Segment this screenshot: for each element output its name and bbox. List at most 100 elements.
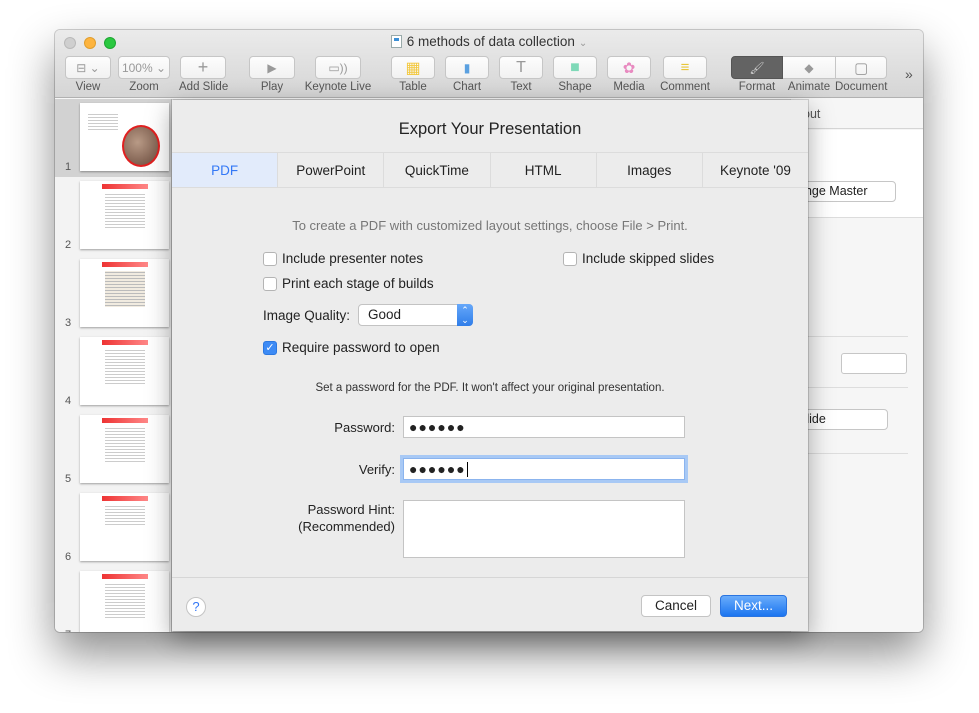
up-down-chevron-icon: ⌃ ⌄: [457, 304, 473, 326]
slide-number: 7: [65, 629, 71, 632]
slide-preview: [80, 103, 169, 171]
toolbar-table[interactable]: ▦ Table: [390, 56, 436, 93]
divider: [791, 453, 908, 454]
toolbar-label: Document: [835, 81, 888, 93]
inspector-master-section: ange Master: [791, 130, 923, 218]
toolbar-label: Shape: [558, 81, 592, 93]
inspector-tab-layout[interactable]: out: [791, 99, 923, 129]
checkbox-box: [263, 251, 277, 266]
slide-thumbnail[interactable]: 7: [55, 567, 172, 632]
password-label: Password:: [334, 420, 395, 435]
tab-images[interactable]: Images: [597, 153, 703, 187]
password-hint-textarea[interactable]: [403, 500, 685, 558]
tab-quicktime[interactable]: QuickTime: [384, 153, 491, 187]
play-icon: ▶: [249, 56, 295, 79]
animate-icon: ◆: [783, 56, 835, 79]
inspector-field[interactable]: [841, 353, 907, 374]
slide-number: 2: [65, 239, 72, 251]
tab-powerpoint[interactable]: PowerPoint: [278, 153, 385, 187]
next-button[interactable]: Next...: [720, 595, 787, 617]
include-skipped-slides-checkbox[interactable]: Include skipped slides: [563, 251, 714, 266]
toolbar-view[interactable]: ⊟ ⌄ View: [64, 56, 112, 93]
media-icon: ✿: [607, 56, 651, 79]
toolbar-add-slide[interactable]: + Add Slide: [179, 56, 228, 93]
verify-password-input[interactable]: ●●●●●●: [403, 458, 685, 480]
tab-html[interactable]: HTML: [491, 153, 597, 187]
keynote-live-icon: ▭)): [315, 56, 361, 79]
divider: [791, 336, 908, 337]
chart-icon: ▮: [445, 56, 489, 79]
toolbar-text[interactable]: T Text: [498, 56, 544, 93]
table-icon: ▦: [391, 56, 435, 79]
plus-icon: +: [180, 56, 226, 79]
toolbar-label: Zoom: [129, 81, 159, 93]
slide-number: 5: [65, 473, 72, 485]
titlebar: 6 methods of data collection ⌄ ⊟ ⌄ View 1…: [55, 30, 923, 98]
tab-keynote-09[interactable]: Keynote '09: [703, 153, 808, 187]
slide-preview: [80, 571, 169, 632]
pdf-hint-text: To create a PDF with customized layout s…: [292, 218, 688, 233]
include-presenter-notes-checkbox[interactable]: Include presenter notes: [263, 251, 423, 266]
paintbrush-icon: 🖌: [731, 56, 783, 79]
tab-pdf[interactable]: PDF: [172, 153, 279, 187]
toolbar-label: Table: [399, 81, 427, 93]
slide-preview: [80, 337, 169, 405]
require-password-checkbox[interactable]: ✓ Require password to open: [263, 340, 440, 355]
checkbox-label: Include presenter notes: [282, 251, 424, 266]
toolbar-media[interactable]: ✿ Media: [606, 56, 652, 93]
export-format-tabs: PDF PowerPoint QuickTime HTML Images Key…: [172, 152, 808, 188]
slide-thumbnail[interactable]: 4: [55, 333, 172, 411]
password-value: ●●●●●●: [409, 419, 466, 435]
text-icon: T: [499, 56, 543, 79]
slide-thumbnail[interactable]: 2: [55, 177, 172, 255]
toolbar-label: Play: [260, 81, 284, 93]
password-hint-label-line1: Password Hint:: [307, 502, 395, 517]
chevron-down-icon: ⌄: [578, 38, 588, 49]
toolbar-keynote-live[interactable]: ▭)) Keynote Live: [303, 56, 373, 93]
checkbox-box: [563, 251, 577, 266]
slide-thumbnail[interactable]: 6: [55, 489, 172, 567]
toolbar-overflow-icon[interactable]: »: [905, 66, 913, 82]
cancel-button[interactable]: Cancel: [641, 595, 711, 617]
verify-label: Verify:: [358, 462, 395, 477]
checkbox-box: [263, 276, 277, 291]
export-dialog: Export Your Presentation PDF PowerPoint …: [172, 100, 808, 631]
shape-icon: ■: [553, 56, 597, 79]
comment-icon: ≡: [663, 56, 707, 79]
toolbar-play[interactable]: ▶ Play: [248, 56, 296, 93]
slide-thumbnail[interactable]: 1: [55, 99, 172, 177]
slide-preview: [80, 493, 169, 561]
toolbar-animate[interactable]: ◆ Animate: [783, 56, 835, 93]
inspector-segmented-control: 🖌 Format ◆ Animate ▢ Document: [731, 56, 887, 93]
print-each-stage-checkbox[interactable]: Print each stage of builds: [263, 276, 434, 291]
toolbar-chart[interactable]: ▮ Chart: [444, 56, 490, 93]
password-hint-label-line2: (Recommended): [298, 519, 395, 534]
password-input[interactable]: ●●●●●●: [403, 416, 685, 438]
toolbar-comment[interactable]: ≡ Comment: [658, 56, 712, 93]
dialog-footer: ? Cancel Next...: [172, 577, 808, 631]
dialog-title: Export Your Presentation: [398, 120, 582, 138]
keynote-document-icon: [390, 35, 402, 48]
toolbar-label: Animate: [787, 81, 831, 93]
image-quality-label: Image Quality:: [263, 308, 351, 323]
slide-thumbnail[interactable]: 3: [55, 255, 172, 333]
toolbar-label: Format: [738, 81, 776, 93]
toolbar-zoom[interactable]: 100% ⌄ Zoom: [118, 56, 170, 93]
help-button[interactable]: ?: [186, 597, 206, 617]
slide-number: 3: [65, 317, 72, 329]
inspector-panel: out ange Master Slide: [790, 99, 923, 632]
document-title[interactable]: 6 methods of data collection ⌄: [55, 34, 923, 49]
toolbar-label: Chart: [452, 81, 482, 93]
toolbar-label: Keynote Live: [304, 81, 372, 93]
image-quality-select[interactable]: Good ⌃ ⌄: [358, 304, 473, 326]
slide-number: 6: [65, 551, 72, 563]
checkbox-label: Print each stage of builds: [282, 276, 434, 291]
toolbar-shape[interactable]: ■ Shape: [552, 56, 598, 93]
toolbar-label: Comment: [660, 81, 710, 93]
slide-thumbnail[interactable]: 5: [55, 411, 172, 489]
checkmark-icon: ✓: [263, 340, 277, 355]
checkbox-label: Require password to open: [282, 340, 440, 355]
toolbar-document[interactable]: ▢ Document: [835, 56, 887, 93]
toolbar-format[interactable]: 🖌 Format: [731, 56, 783, 93]
divider: [791, 387, 908, 388]
